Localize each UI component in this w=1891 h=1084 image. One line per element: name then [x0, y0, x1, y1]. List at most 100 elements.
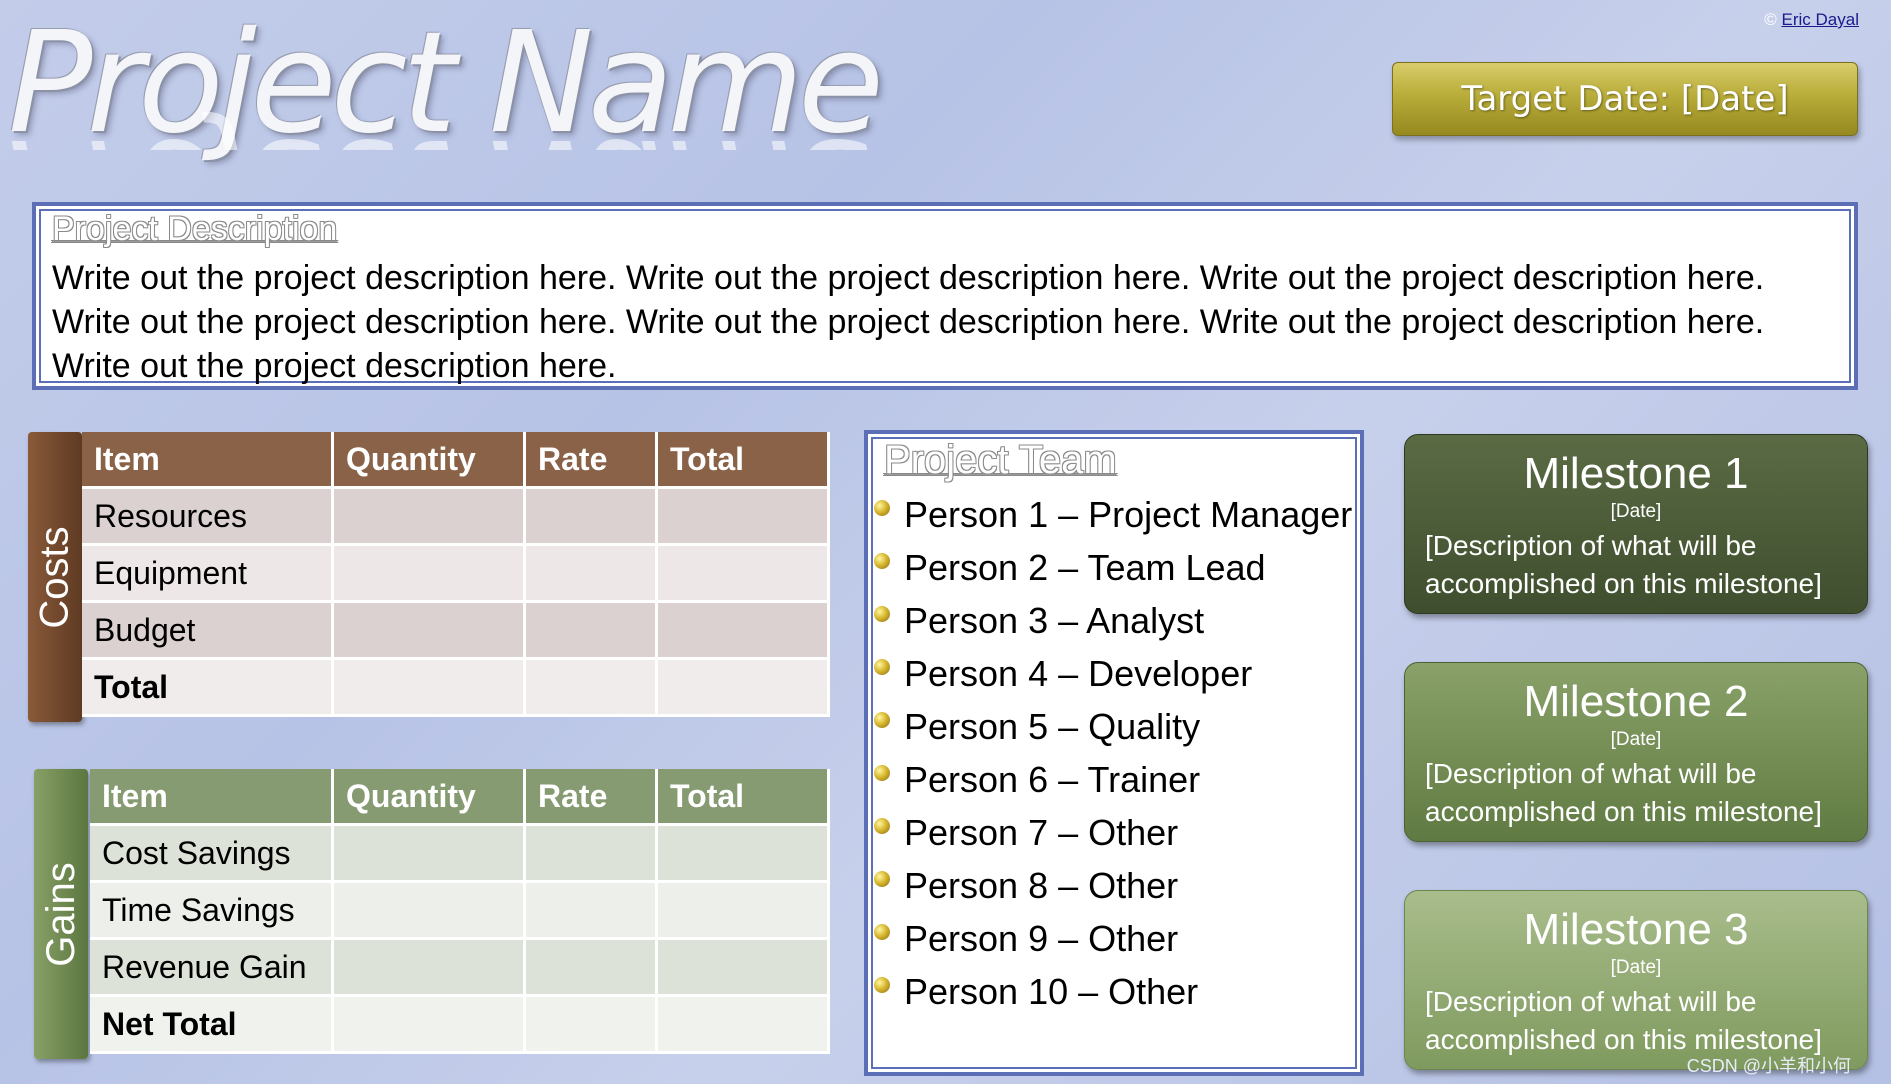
costs-item-cell[interactable]: Total — [82, 660, 334, 717]
watermark: CSDN @小羊和小何 — [1686, 1056, 1851, 1076]
costs-total-cell[interactable] — [658, 489, 830, 546]
project-title-reflection-text: Project Name — [8, 108, 878, 150]
costs-total-cell[interactable] — [658, 546, 830, 603]
team-member: Person 8 – Other — [904, 865, 1179, 906]
gains-header-rate: Rate — [526, 769, 658, 826]
costs-table: Item Quantity Rate Total Resources Equip… — [82, 432, 830, 717]
gains-quantity-cell[interactable] — [334, 997, 526, 1054]
milestone-card-3[interactable]: Milestone 3 [Date] [Description of what … — [1404, 890, 1868, 1070]
gains-item-cell[interactable]: Net Total — [90, 997, 334, 1054]
project-team-box: Project Team Person 1 – Project Manager … — [864, 430, 1364, 1076]
gains-header-row: Item Quantity Rate Total — [90, 769, 830, 826]
bullet-icon — [874, 923, 890, 940]
milestone-date: [Date] — [1610, 957, 1662, 978]
bullet-icon — [874, 499, 890, 516]
credit-link[interactable]: Eric Dayal — [1782, 10, 1859, 29]
gains-rate-cell[interactable] — [526, 940, 658, 997]
gains-item-cell[interactable]: Cost Savings — [90, 826, 334, 883]
gains-total-cell[interactable] — [658, 940, 830, 997]
project-team-list: Person 1 – Project Manager Person 2 – Te… — [874, 488, 1352, 1018]
list-item[interactable]: Person 2 – Team Lead — [874, 541, 1352, 594]
costs-tab-label: Costs — [32, 525, 77, 629]
gains-total-cell[interactable] — [658, 826, 830, 883]
gains-total-cell[interactable] — [658, 997, 830, 1054]
team-member: Person 4 – Developer — [904, 653, 1253, 694]
gains-header-item: Item — [90, 769, 334, 826]
gains-item-cell[interactable]: Revenue Gain — [90, 940, 334, 997]
gains-rate-cell[interactable] — [526, 997, 658, 1054]
costs-quantity-cell[interactable] — [334, 603, 526, 660]
table-row: Time Savings — [90, 883, 830, 940]
list-item[interactable]: Person 7 – Other — [874, 806, 1352, 859]
bullet-icon — [874, 605, 890, 622]
gains-quantity-cell[interactable] — [334, 826, 526, 883]
table-row: Equipment — [82, 546, 830, 603]
list-item[interactable]: Person 4 – Developer — [874, 647, 1352, 700]
list-item[interactable]: Person 10 – Other — [874, 965, 1352, 1018]
costs-item-cell[interactable]: Resources — [82, 489, 334, 546]
team-member: Person 3 – Analyst — [904, 600, 1205, 641]
costs-total-cell[interactable] — [658, 603, 830, 660]
gains-quantity-cell[interactable] — [334, 883, 526, 940]
bullet-icon — [874, 552, 890, 569]
bullet-icon — [874, 711, 890, 728]
costs-rate-cell[interactable] — [526, 603, 658, 660]
gains-table: Item Quantity Rate Total Cost Savings Ti… — [90, 769, 830, 1054]
bullet-icon — [874, 658, 890, 675]
costs-header-row: Item Quantity Rate Total — [82, 432, 830, 489]
team-member: Person 10 – Other — [904, 971, 1199, 1012]
costs-tab: Costs — [28, 432, 82, 722]
costs-rate-cell[interactable] — [526, 546, 658, 603]
milestone-card-1[interactable]: Milestone 1 [Date] [Description of what … — [1404, 434, 1868, 614]
project-description-text[interactable]: Write out the project description here. … — [52, 256, 1852, 388]
costs-section: Costs Item Quantity Rate Total Resources… — [28, 432, 830, 722]
team-member: Person 1 – Project Manager — [904, 494, 1353, 535]
costs-item-cell[interactable]: Budget — [82, 603, 334, 660]
project-team-heading: Project Team — [884, 438, 1117, 482]
bullet-icon — [874, 764, 890, 781]
gains-tab-label: Gains — [38, 861, 83, 967]
list-item[interactable]: Person 6 – Trainer — [874, 753, 1352, 806]
bullet-icon — [874, 870, 890, 887]
table-row: Total — [82, 660, 830, 717]
project-description-box: Project Description Write out the projec… — [32, 202, 1858, 390]
gains-rate-cell[interactable] — [526, 883, 658, 940]
costs-header-rate: Rate — [526, 432, 658, 489]
gains-section: Gains Item Quantity Rate Total Cost Savi… — [34, 769, 830, 1059]
costs-total-cell[interactable] — [658, 660, 830, 717]
gains-quantity-cell[interactable] — [334, 940, 526, 997]
milestone-date: [Date] — [1610, 729, 1662, 750]
target-date-button[interactable]: Target Date: [Date] — [1392, 62, 1858, 136]
project-title-reflection: Project Name — [8, 108, 878, 150]
costs-quantity-cell[interactable] — [334, 489, 526, 546]
list-item[interactable]: Person 9 – Other — [874, 912, 1352, 965]
gains-rate-cell[interactable] — [526, 826, 658, 883]
milestone-date: [Date] — [1610, 501, 1662, 522]
list-item[interactable]: Person 5 – Quality — [874, 700, 1352, 753]
bullet-icon — [874, 976, 890, 993]
credit: © Eric Dayal — [1764, 10, 1859, 30]
gains-header-quantity: Quantity — [334, 769, 526, 826]
team-member: Person 5 – Quality — [904, 706, 1201, 747]
costs-item-cell[interactable]: Equipment — [82, 546, 334, 603]
costs-quantity-cell[interactable] — [334, 546, 526, 603]
table-row: Budget — [82, 603, 830, 660]
table-row: Cost Savings — [90, 826, 830, 883]
costs-rate-cell[interactable] — [526, 489, 658, 546]
list-item[interactable]: Person 1 – Project Manager — [874, 488, 1352, 541]
gains-item-cell[interactable]: Time Savings — [90, 883, 334, 940]
team-member: Person 2 – Team Lead — [904, 547, 1266, 588]
gains-tab: Gains — [34, 769, 88, 1059]
costs-rate-cell[interactable] — [526, 660, 658, 717]
milestone-card-2[interactable]: Milestone 2 [Date] [Description of what … — [1404, 662, 1868, 842]
bullet-icon — [874, 817, 890, 834]
team-member: Person 9 – Other — [904, 918, 1179, 959]
costs-quantity-cell[interactable] — [334, 660, 526, 717]
milestone-description: [Description of what will be accomplishe… — [1425, 986, 1822, 1055]
milestone-description: [Description of what will be accomplishe… — [1425, 530, 1822, 599]
costs-header-total: Total — [658, 432, 830, 489]
copyright-icon: © — [1764, 10, 1777, 29]
gains-total-cell[interactable] — [658, 883, 830, 940]
list-item[interactable]: Person 3 – Analyst — [874, 594, 1352, 647]
list-item[interactable]: Person 8 – Other — [874, 859, 1352, 912]
